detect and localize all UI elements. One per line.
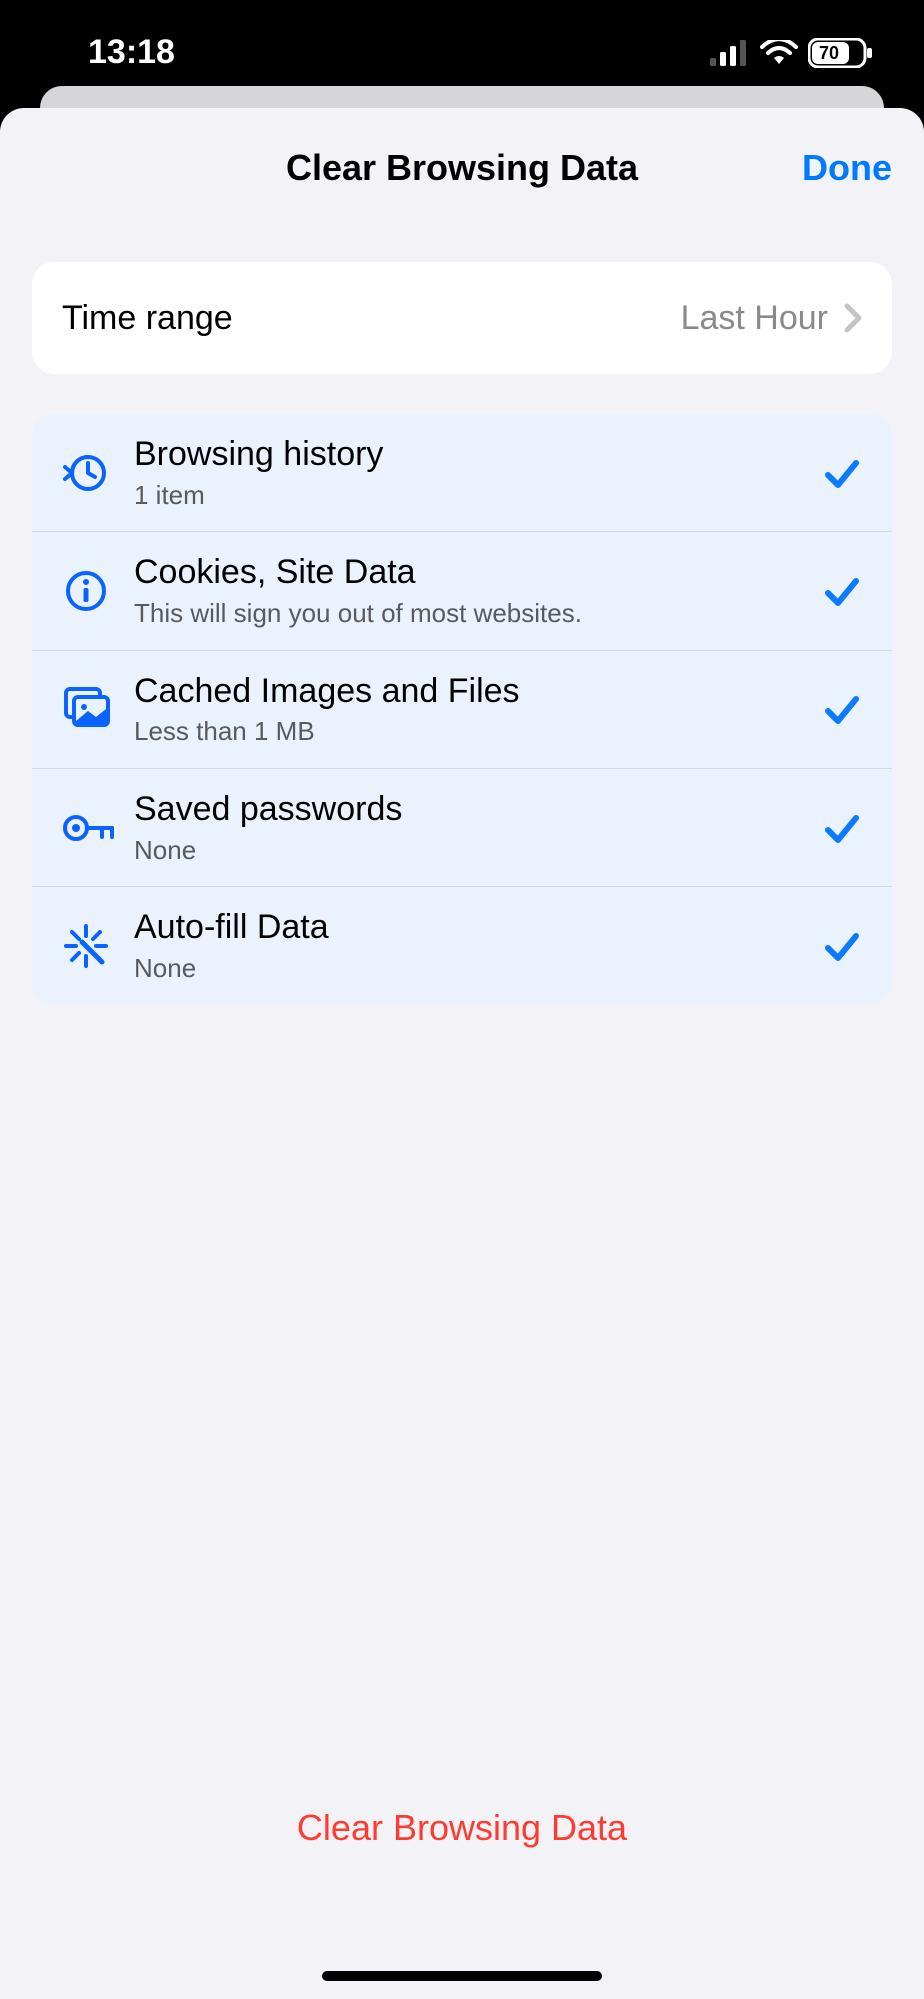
data-types-section: Browsing history 1 item	[32, 414, 892, 1004]
images-icon	[62, 685, 114, 733]
status-time: 13:18	[50, 33, 175, 72]
done-button[interactable]: Done	[802, 147, 892, 189]
checkmark-icon	[822, 571, 862, 611]
data-type-row-cookies[interactable]: Cookies, Site Data This will sign you ou…	[32, 531, 892, 649]
modal-title: Clear Browsing Data	[286, 147, 638, 189]
time-range-value: Last Hour	[681, 299, 828, 338]
data-type-row-cached-images[interactable]: Cached Images and Files Less than 1 MB	[32, 650, 892, 768]
battery-indicator: 70	[808, 38, 874, 68]
modal-header: Clear Browsing Data Done	[0, 108, 924, 228]
data-type-subtitle: None	[134, 952, 822, 985]
time-range-row[interactable]: Time range Last Hour	[32, 262, 892, 374]
data-type-title: Cached Images and Files	[134, 671, 822, 712]
info-icon	[62, 567, 110, 615]
key-icon	[62, 810, 118, 846]
data-type-title: Cookies, Site Data	[134, 552, 822, 593]
data-type-title: Browsing history	[134, 434, 822, 475]
data-type-subtitle: Less than 1 MB	[134, 715, 822, 748]
data-type-title: Auto-fill Data	[134, 907, 822, 948]
data-type-subtitle: None	[134, 834, 822, 867]
autofill-icon	[62, 922, 110, 970]
home-indicator[interactable]	[322, 1971, 602, 1981]
battery-percent-text: 70	[819, 43, 839, 63]
modal-sheet: Clear Browsing Data Done Time range Last…	[0, 108, 924, 1999]
clear-browsing-data-button[interactable]: Clear Browsing Data	[0, 1807, 924, 1849]
data-type-row-saved-passwords[interactable]: Saved passwords None	[32, 768, 892, 886]
data-type-title: Saved passwords	[134, 789, 822, 830]
wifi-icon	[760, 40, 798, 66]
time-range-label: Time range	[62, 298, 681, 339]
chevron-right-icon	[844, 303, 862, 333]
checkmark-icon	[822, 926, 862, 966]
data-type-row-autofill[interactable]: Auto-fill Data None	[32, 886, 892, 1004]
history-icon	[62, 449, 110, 497]
status-right: 70	[710, 38, 874, 68]
data-type-subtitle: This will sign you out of most websites.	[134, 597, 822, 630]
data-type-row-browsing-history[interactable]: Browsing history 1 item	[32, 414, 892, 531]
data-type-subtitle: 1 item	[134, 479, 822, 512]
checkmark-icon	[822, 689, 862, 729]
checkmark-icon	[822, 808, 862, 848]
cellular-signal-icon	[710, 40, 750, 66]
checkmark-icon	[822, 453, 862, 493]
time-range-section: Time range Last Hour	[32, 262, 892, 374]
